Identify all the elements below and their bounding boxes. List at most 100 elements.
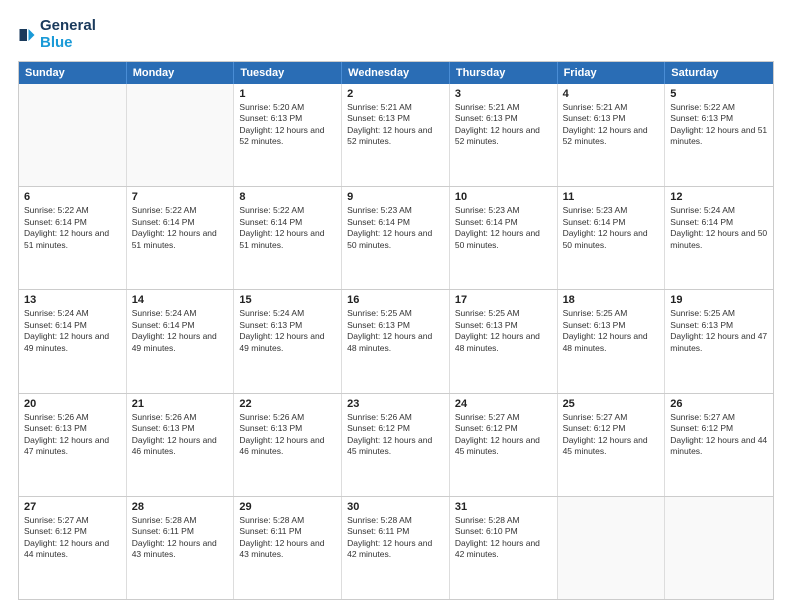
calendar-cell: 12 Sunrise: 5:24 AM Sunset: 6:14 PM Dayli… [665,187,773,289]
cell-sun-info: Sunrise: 5:22 AM Sunset: 6:14 PM Dayligh… [239,205,336,251]
cell-sun-info: Sunrise: 5:24 AM Sunset: 6:14 PM Dayligh… [132,308,229,354]
day-number: 31 [455,501,552,513]
day-number: 30 [347,501,444,513]
weekday-header-friday: Friday [558,62,666,84]
cell-sun-info: Sunrise: 5:26 AM Sunset: 6:13 PM Dayligh… [24,412,121,458]
day-number: 16 [347,294,444,306]
calendar-cell: 1Sunrise: 5:20 AM Sunset: 6:13 PM Daylig… [234,84,342,186]
cell-sun-info: Sunrise: 5:22 AM Sunset: 6:13 PM Dayligh… [670,102,768,148]
calendar-cell: 6Sunrise: 5:22 AM Sunset: 6:14 PM Daylig… [19,187,127,289]
cell-sun-info: Sunrise: 5:25 AM Sunset: 6:13 PM Dayligh… [455,308,552,354]
calendar-cell: 31Sunrise: 5:28 AM Sunset: 6:10 PM Dayli… [450,497,558,599]
day-number: 27 [24,501,121,513]
cell-sun-info: Sunrise: 5:25 AM Sunset: 6:13 PM Dayligh… [563,308,660,354]
calendar-cell: 25 Sunrise: 5:27 AM Sunset: 6:12 PM Dayli… [558,394,666,496]
day-number: 9 [347,191,444,203]
logo: General Blue [18,18,96,51]
calendar-cell: 13 Sunrise: 5:24 AM Sunset: 6:14 PM Dayli… [19,290,127,392]
calendar-row-0: 1Sunrise: 5:20 AM Sunset: 6:13 PM Daylig… [19,84,773,187]
calendar-header: SundayMondayTuesdayWednesdayThursdayFrid… [19,62,773,84]
cell-sun-info: Sunrise: 5:27 AM Sunset: 6:12 PM Dayligh… [24,515,121,561]
cell-sun-info: Sunrise: 5:23 AM Sunset: 6:14 PM Dayligh… [347,205,444,251]
day-number: 25 [563,398,660,410]
calendar-cell: 7 Sunrise: 5:22 AM Sunset: 6:14 PM Daylig… [127,187,235,289]
logo-line2: Blue [40,35,96,52]
calendar-cell: 10 Sunrise: 5:23 AM Sunset: 6:14 PM Dayli… [450,187,558,289]
calendar-row-2: 13 Sunrise: 5:24 AM Sunset: 6:14 PM Dayli… [19,290,773,393]
cell-sun-info: Sunrise: 5:24 AM Sunset: 6:14 PM Dayligh… [670,205,768,251]
weekday-header-wednesday: Wednesday [342,62,450,84]
day-number: 19 [670,294,768,306]
day-number: 24 [455,398,552,410]
cell-sun-info: Sunrise: 5:22 AM Sunset: 6:14 PM Dayligh… [132,205,229,251]
cell-sun-info: Sunrise: 5:28 AM Sunset: 6:11 PM Dayligh… [239,515,336,561]
cell-sun-info: Sunrise: 5:21 AM Sunset: 6:13 PM Dayligh… [455,102,552,148]
calendar-cell: 2 Sunrise: 5:21 AM Sunset: 6:13 PM Daylig… [342,84,450,186]
calendar-cell: 23Sunrise: 5:26 AM Sunset: 6:12 PM Dayli… [342,394,450,496]
weekday-header-monday: Monday [127,62,235,84]
weekday-header-thursday: Thursday [450,62,558,84]
cell-sun-info: Sunrise: 5:25 AM Sunset: 6:13 PM Dayligh… [670,308,768,354]
cell-sun-info: Sunrise: 5:27 AM Sunset: 6:12 PM Dayligh… [563,412,660,458]
calendar-cell: 28 Sunrise: 5:28 AM Sunset: 6:11 PM Dayli… [127,497,235,599]
day-number: 23 [347,398,444,410]
calendar-cell: 18 Sunrise: 5:25 AM Sunset: 6:13 PM Dayli… [558,290,666,392]
cell-sun-info: Sunrise: 5:27 AM Sunset: 6:12 PM Dayligh… [670,412,768,458]
header: General Blue [18,18,774,51]
day-number: 15 [239,294,336,306]
calendar-cell: 27 Sunrise: 5:27 AM Sunset: 6:12 PM Dayli… [19,497,127,599]
day-number: 3 [455,88,552,100]
cell-sun-info: Sunrise: 5:21 AM Sunset: 6:13 PM Dayligh… [563,102,660,148]
day-number: 11 [563,191,660,203]
day-number: 29 [239,501,336,513]
calendar-cell: 11Sunrise: 5:23 AM Sunset: 6:14 PM Dayli… [558,187,666,289]
calendar-body: 1Sunrise: 5:20 AM Sunset: 6:13 PM Daylig… [19,84,773,599]
day-number: 4 [563,88,660,100]
calendar-row-3: 20 Sunrise: 5:26 AM Sunset: 6:13 PM Dayli… [19,394,773,497]
cell-sun-info: Sunrise: 5:28 AM Sunset: 6:11 PM Dayligh… [347,515,444,561]
cell-sun-info: Sunrise: 5:26 AM Sunset: 6:13 PM Dayligh… [239,412,336,458]
calendar-cell [558,497,666,599]
calendar-cell: 19 Sunrise: 5:25 AM Sunset: 6:13 PM Dayli… [665,290,773,392]
cell-sun-info: Sunrise: 5:20 AM Sunset: 6:13 PM Dayligh… [239,102,336,148]
logo-icon [18,26,36,44]
day-number: 28 [132,501,229,513]
calendar-cell: 5 Sunrise: 5:22 AM Sunset: 6:13 PM Daylig… [665,84,773,186]
cell-sun-info: Sunrise: 5:24 AM Sunset: 6:14 PM Dayligh… [24,308,121,354]
day-number: 12 [670,191,768,203]
calendar-cell: 20 Sunrise: 5:26 AM Sunset: 6:13 PM Dayli… [19,394,127,496]
weekday-header-sunday: Sunday [19,62,127,84]
day-number: 20 [24,398,121,410]
cell-sun-info: Sunrise: 5:21 AM Sunset: 6:13 PM Dayligh… [347,102,444,148]
calendar-cell: 15 Sunrise: 5:24 AM Sunset: 6:13 PM Dayli… [234,290,342,392]
logo-text: General Blue [40,18,96,51]
day-number: 13 [24,294,121,306]
day-number: 17 [455,294,552,306]
day-number: 5 [670,88,768,100]
logo-line1: General [40,18,96,35]
cell-sun-info: Sunrise: 5:22 AM Sunset: 6:14 PM Dayligh… [24,205,121,251]
calendar-cell: 16Sunrise: 5:25 AM Sunset: 6:13 PM Dayli… [342,290,450,392]
cell-sun-info: Sunrise: 5:24 AM Sunset: 6:13 PM Dayligh… [239,308,336,354]
day-number: 2 [347,88,444,100]
day-number: 14 [132,294,229,306]
page: General Blue SundayMondayTuesdayWednesda… [0,0,792,612]
day-number: 21 [132,398,229,410]
calendar-cell [127,84,235,186]
calendar-cell: 8 Sunrise: 5:22 AM Sunset: 6:14 PM Daylig… [234,187,342,289]
day-number: 10 [455,191,552,203]
weekday-header-saturday: Saturday [665,62,773,84]
calendar-cell: 4 Sunrise: 5:21 AM Sunset: 6:13 PM Daylig… [558,84,666,186]
day-number: 8 [239,191,336,203]
cell-sun-info: Sunrise: 5:28 AM Sunset: 6:11 PM Dayligh… [132,515,229,561]
day-number: 18 [563,294,660,306]
calendar-cell [665,497,773,599]
calendar-cell: 29 Sunrise: 5:28 AM Sunset: 6:11 PM Dayli… [234,497,342,599]
weekday-header-tuesday: Tuesday [234,62,342,84]
calendar: SundayMondayTuesdayWednesdayThursdayFrid… [18,61,774,600]
cell-sun-info: Sunrise: 5:23 AM Sunset: 6:14 PM Dayligh… [455,205,552,251]
calendar-cell: 9 Sunrise: 5:23 AM Sunset: 6:14 PM Daylig… [342,187,450,289]
day-number: 7 [132,191,229,203]
calendar-row-4: 27 Sunrise: 5:27 AM Sunset: 6:12 PM Dayli… [19,497,773,599]
calendar-cell: 21Sunrise: 5:26 AM Sunset: 6:13 PM Dayli… [127,394,235,496]
